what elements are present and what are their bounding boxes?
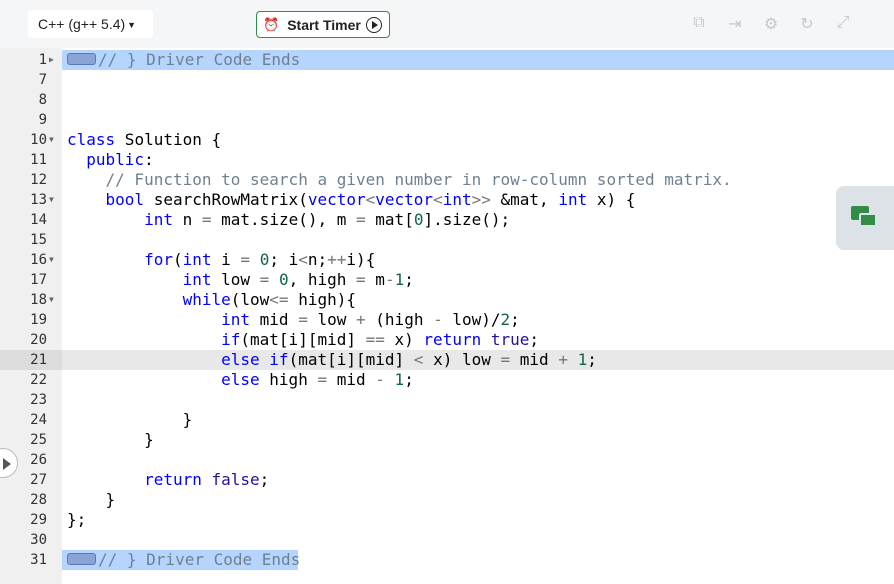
code-line: 27 return false; (0, 470, 894, 490)
code-line: 28 } (0, 490, 894, 510)
code-line: 12 // Function to search a given number … (0, 170, 894, 190)
code-text: return false; (144, 470, 270, 489)
line-number: 7 (38, 72, 47, 88)
line-number: 1 (38, 52, 47, 68)
code-line: 26 (0, 450, 894, 470)
code-text: int mid = low + (high - low)/2; (221, 310, 520, 329)
line-number: 18 (30, 292, 47, 308)
reset-icon[interactable]: ↻ (796, 14, 818, 34)
copy-icon[interactable]: ⧉ (688, 14, 710, 34)
line-number: 28 (30, 492, 47, 508)
expand-icon[interactable]: ⤢ (832, 14, 854, 34)
code-text: } (67, 490, 116, 509)
code-line: 8 (0, 90, 894, 110)
code-line: 18 ▼ while(low<= high){ (0, 290, 894, 310)
code-line: 23 (0, 390, 894, 410)
code-editor[interactable]: 1 ▶// } Driver Code Ends 7 8 9 10 ▼ class Solut… (0, 48, 894, 584)
fold-toggle-icon[interactable]: ▼ (49, 250, 54, 270)
line-number: 29 (30, 512, 47, 528)
line-number: 10 (30, 132, 47, 148)
settings-icon[interactable]: ⚙ (760, 14, 782, 34)
fold-toggle-icon[interactable]: ▼ (49, 190, 54, 210)
code-line: 20 if(mat[i][mid] == x) return true; (0, 330, 894, 350)
code-line: 30 (0, 530, 894, 550)
code-text: }; (67, 510, 87, 529)
start-timer-label: Start Timer (287, 16, 361, 33)
code-line: 24 } (0, 410, 894, 430)
code-line: 29}; (0, 510, 894, 530)
fold-toggle-icon[interactable]: ▼ (49, 130, 54, 150)
play-icon (365, 16, 382, 33)
code-line: 14 int n = mat.size(), m = mat[0].size()… (0, 210, 894, 230)
code-text: // Function to search a given number in … (105, 170, 732, 189)
code-line: 21 else if(mat[i][mid] < x) low = mid + … (0, 350, 894, 370)
language-select[interactable]: C++ (g++ 5.4) ▼ (28, 10, 153, 38)
code-text: int n = mat.size(), m = mat[0].size(); (144, 210, 511, 229)
editor-toolbar: C++ (g++ 5.4) ▼ ⏰ Start Timer ⧉ ⇥ ⚙ ↻ ⤢ (0, 0, 894, 48)
line-number: 22 (30, 372, 47, 388)
chat-icon (851, 206, 879, 230)
chevron-down-icon: ▼ (127, 20, 137, 30)
line-number: 30 (30, 532, 47, 548)
line-number: 23 (30, 392, 47, 408)
code-text: for(int i = 0; i<n;++i){ (144, 250, 376, 269)
code-text: if(mat[i][mid] == x) return true; (221, 330, 540, 349)
code-line: 11 public: (0, 150, 894, 170)
code-line: 9 (0, 110, 894, 130)
code-text: class Solution { (67, 130, 222, 149)
code-line: 15 (0, 230, 894, 250)
code-line: 7 (0, 70, 894, 90)
code-text: // } Driver Code Ends (67, 50, 300, 70)
line-number: 9 (38, 112, 47, 128)
folded-code-icon[interactable] (67, 552, 96, 565)
code-line: 31 // } Driver Code Ends (0, 550, 894, 570)
line-number: 15 (30, 232, 47, 248)
code-line: 13 ▼ bool searchRowMatrix(vector<vector<i… (0, 190, 894, 210)
line-number: 17 (30, 272, 47, 288)
code-text: public: (86, 150, 154, 169)
code-text: bool searchRowMatrix(vector<vector<int>>… (105, 190, 636, 209)
line-number: 19 (30, 312, 47, 328)
code-line: 16 ▼ for(int i = 0; i<n;++i){ (0, 250, 894, 270)
line-number: 31 (30, 552, 47, 568)
line-number: 14 (30, 212, 47, 228)
line-number: 16 (30, 252, 47, 268)
code-line: 17 int low = 0, high = m-1; (0, 270, 894, 290)
code-text: while(low<= high){ (182, 290, 356, 309)
start-timer-button[interactable]: ⏰ Start Timer (256, 11, 390, 38)
code-text: } (67, 410, 193, 429)
alarm-clock-icon: ⏰ (263, 16, 280, 32)
code-text: // } Driver Code Ends (67, 550, 300, 570)
code-line: 19 int mid = low + (high - low)/2; (0, 310, 894, 330)
chat-panel-tab[interactable] (836, 186, 894, 250)
line-number: 20 (30, 332, 47, 348)
line-number: 25 (30, 432, 47, 448)
fullscreen-enter-icon[interactable]: ⇥ (724, 14, 746, 34)
language-select-value: C++ (g++ 5.4) (38, 16, 126, 32)
code-text: } (67, 430, 154, 449)
code-text: else high = mid - 1; (221, 370, 414, 389)
folded-code-icon[interactable] (67, 52, 96, 65)
code-line: 22 else high = mid - 1; (0, 370, 894, 390)
code-text: else if(mat[i][mid] < x) low = mid + 1; (221, 350, 597, 369)
line-number: 11 (30, 152, 47, 168)
code-line: 25 } (0, 430, 894, 450)
line-number: 24 (30, 412, 47, 428)
code-text: int low = 0, high = m-1; (182, 270, 414, 289)
code-line: 1 ▶ // } Driver Code Ends (0, 50, 894, 70)
code-line: 10 ▼ class Solution { (0, 130, 894, 150)
line-number: 8 (38, 92, 47, 108)
fold-toggle-icon[interactable]: ▼ (49, 290, 54, 310)
fold-toggle-icon[interactable]: ▶ (49, 50, 54, 70)
line-number: 21 (30, 352, 47, 368)
toolbar-icon-group: ⧉ ⇥ ⚙ ↻ ⤢ (688, 14, 854, 34)
line-number: 13 (30, 192, 47, 208)
line-number: 12 (30, 172, 47, 188)
